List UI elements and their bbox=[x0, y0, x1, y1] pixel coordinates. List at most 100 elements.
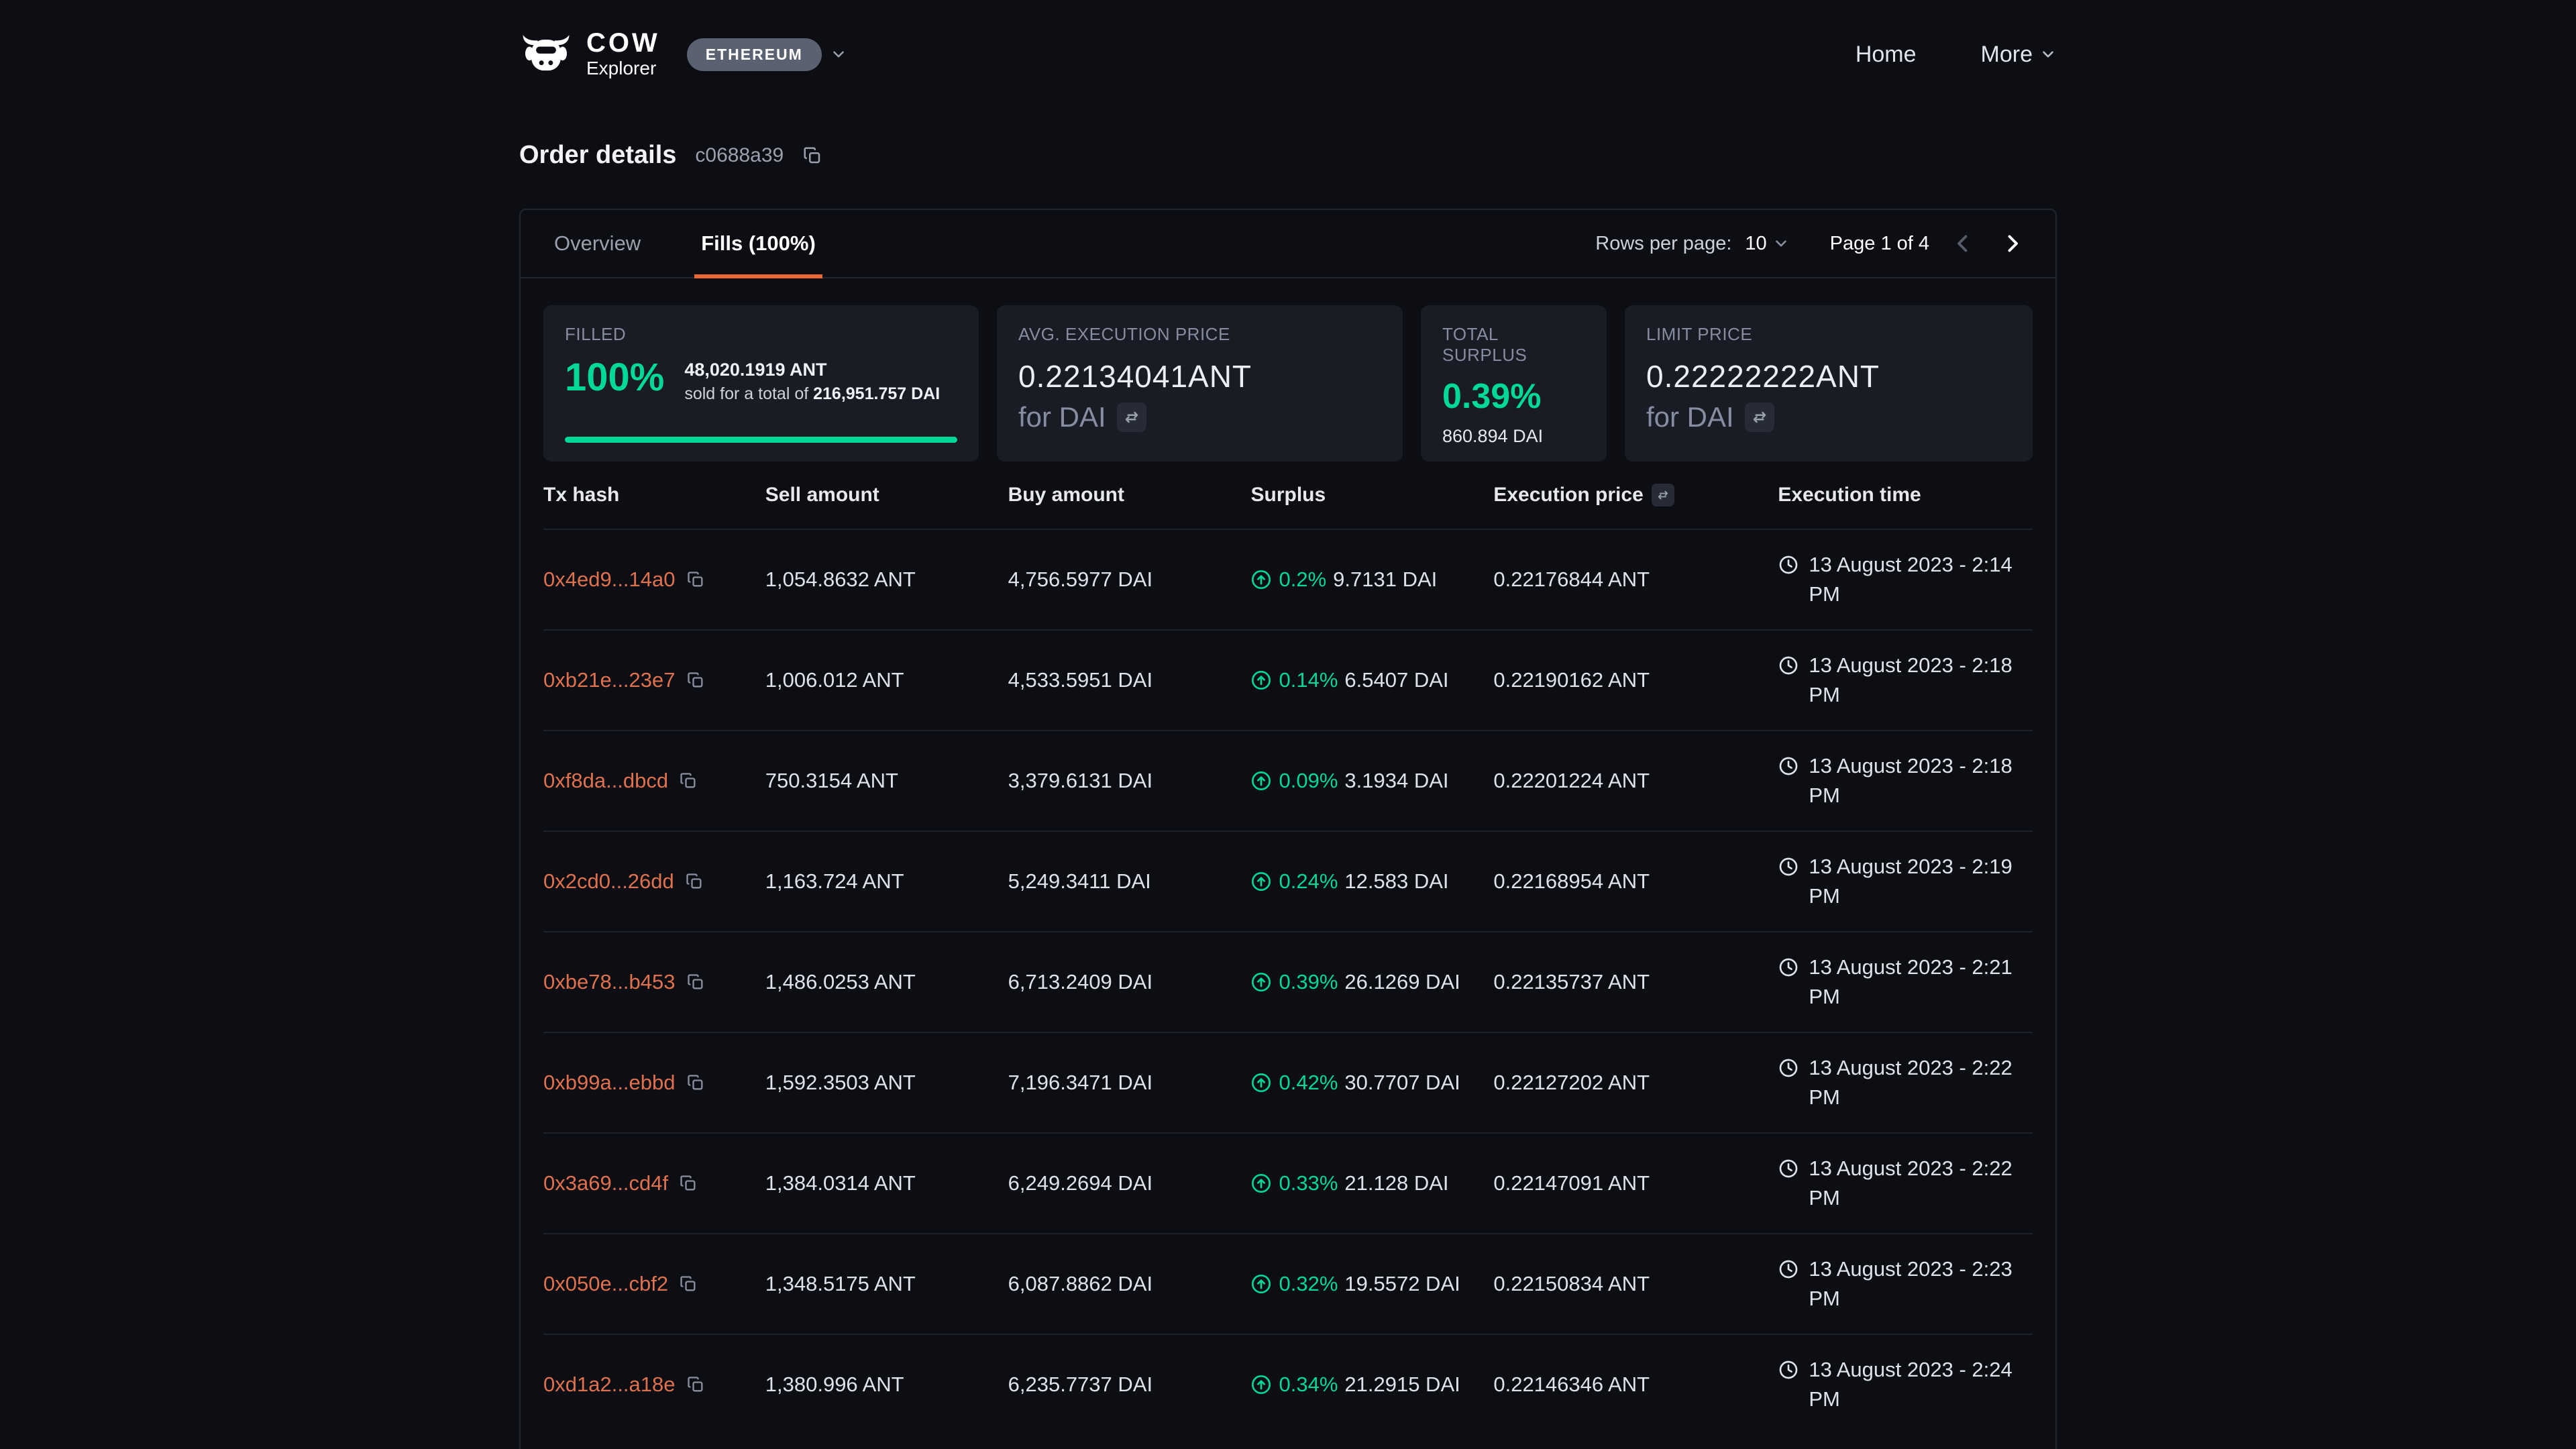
copy-tx-hash-icon[interactable] bbox=[679, 1275, 698, 1293]
col-header-buy-label: Buy amount bbox=[1008, 484, 1124, 506]
rows-per-page-select[interactable]: 10 bbox=[1745, 233, 1789, 255]
surplus-amount: 6.5407 DAI bbox=[1344, 668, 1448, 692]
surplus-percent: 0.09% bbox=[1279, 769, 1338, 793]
tx-hash-link[interactable]: 0xbe78...b453 bbox=[543, 970, 676, 994]
sell-amount: 750.3154 ANT bbox=[765, 769, 898, 792]
execution-time-cell: 13 August 2023 - 2:14 PM bbox=[1778, 550, 2033, 609]
total-surplus-card: TOTAL SURPLUS 0.39% 860.894 DAI bbox=[1421, 305, 1607, 462]
table-row: 0xb99a...ebbd 1,592.3503 ANT 7,196.3471 … bbox=[543, 1032, 2033, 1132]
tx-hash-link[interactable]: 0xd1a2...a18e bbox=[543, 1373, 676, 1397]
execution-price-cell: 0.22147091 ANT bbox=[1493, 1171, 1778, 1195]
filled-sold-prefix: sold for a total of bbox=[684, 384, 813, 403]
table-row: 0xb21e...23e7 1,006.012 ANT 4,533.5951 D… bbox=[543, 629, 2033, 730]
surplus-arrow-up-icon bbox=[1250, 1273, 1272, 1295]
tab-fills-label: Fills (100%) bbox=[701, 231, 816, 256]
network-chevron-down-icon[interactable] bbox=[830, 46, 847, 63]
copy-tx-hash-icon[interactable] bbox=[686, 671, 705, 690]
execution-time: 13 August 2023 - 2:24 PM bbox=[1809, 1355, 2030, 1414]
buy-amount: 6,713.2409 DAI bbox=[1008, 970, 1152, 994]
copy-tx-hash-icon[interactable] bbox=[686, 973, 705, 991]
tx-hash-link[interactable]: 0x3a69...cd4f bbox=[543, 1171, 668, 1195]
execution-price-cell: 0.22190162 ANT bbox=[1493, 668, 1778, 692]
execution-price-cell: 0.22146346 ANT bbox=[1493, 1373, 1778, 1397]
execution-price: 0.22127202 ANT bbox=[1493, 1071, 1650, 1094]
network-badge[interactable]: ETHEREUM bbox=[687, 38, 822, 71]
surplus-arrow-up-icon bbox=[1250, 1072, 1272, 1093]
execution-price-cell: 0.22127202 ANT bbox=[1493, 1071, 1778, 1095]
sell-amount-cell: 1,592.3503 ANT bbox=[765, 1071, 1008, 1095]
tx-hash-link[interactable]: 0xb21e...23e7 bbox=[543, 668, 676, 692]
nav-item-home[interactable]: Home bbox=[1856, 42, 1917, 68]
tx-hash-link[interactable]: 0xb99a...ebbd bbox=[543, 1071, 676, 1095]
clock-icon bbox=[1778, 1057, 1799, 1079]
limit-price-swap-icon[interactable] bbox=[1745, 402, 1774, 432]
tx-hash-link[interactable]: 0x4ed9...14a0 bbox=[543, 568, 676, 592]
copy-tx-hash-icon[interactable] bbox=[685, 872, 704, 891]
execution-time: 13 August 2023 - 2:22 PM bbox=[1809, 1154, 2030, 1213]
surplus-cell: 0.32% 19.5572 DAI bbox=[1250, 1272, 1493, 1296]
tx-hash-cell: 0xb21e...23e7 bbox=[543, 668, 765, 692]
execution-price: 0.22146346 ANT bbox=[1493, 1373, 1650, 1396]
surplus-arrow-up-icon bbox=[1250, 770, 1272, 792]
avg-price-per-label: for DAI bbox=[1018, 401, 1106, 433]
table-row: 0xbe78...b453 1,486.0253 ANT 6,713.2409 … bbox=[543, 931, 2033, 1032]
copy-tx-hash-icon[interactable] bbox=[679, 771, 698, 790]
title-row: Order details c0688a39 bbox=[519, 141, 2057, 170]
execution-time-cell: 13 August 2023 - 2:23 PM bbox=[1778, 1254, 2033, 1313]
execution-time: 13 August 2023 - 2:22 PM bbox=[1809, 1053, 2030, 1112]
tx-hash-cell: 0xd1a2...a18e bbox=[543, 1373, 765, 1397]
limit-price-card: LIMIT PRICE 0.22222222ANT for DAI bbox=[1625, 305, 2033, 462]
order-id: c0688a39 bbox=[695, 144, 784, 167]
execution-price-swap-icon[interactable] bbox=[1652, 484, 1674, 506]
sell-amount: 1,486.0253 ANT bbox=[765, 970, 916, 994]
execution-time: 13 August 2023 - 2:21 PM bbox=[1809, 953, 2030, 1012]
execution-price: 0.22147091 ANT bbox=[1493, 1171, 1650, 1195]
surplus-percent: 0.39% bbox=[1279, 970, 1338, 994]
sell-amount-cell: 1,163.724 ANT bbox=[765, 869, 1008, 894]
tx-hash-cell: 0x4ed9...14a0 bbox=[543, 568, 765, 592]
surplus-percent: 0.32% bbox=[1279, 1272, 1338, 1296]
tx-hash-cell: 0x2cd0...26dd bbox=[543, 869, 765, 894]
avg-price-per: for DAI bbox=[1018, 401, 1381, 433]
brand-logo[interactable]: COW Explorer bbox=[519, 30, 660, 79]
execution-time: 13 August 2023 - 2:14 PM bbox=[1809, 550, 2030, 609]
avg-price-swap-icon[interactable] bbox=[1117, 402, 1146, 432]
filled-sold-total: 216,951.757 DAI bbox=[813, 384, 940, 403]
execution-time-cell: 13 August 2023 - 2:22 PM bbox=[1778, 1053, 2033, 1112]
execution-time-cell: 13 August 2023 - 2:18 PM bbox=[1778, 751, 2033, 810]
tx-hash-link[interactable]: 0x050e...cbf2 bbox=[543, 1272, 668, 1296]
execution-price: 0.22150834 ANT bbox=[1493, 1272, 1650, 1295]
table-row: 0xf8da...dbcd 750.3154 ANT 3,379.6131 DA… bbox=[543, 730, 2033, 830]
clock-icon bbox=[1778, 1258, 1799, 1280]
tab-fills[interactable]: Fills (100%) bbox=[694, 210, 822, 277]
copy-order-id-icon[interactable] bbox=[802, 146, 822, 166]
tx-hash-link[interactable]: 0xf8da...dbcd bbox=[543, 769, 668, 793]
copy-tx-hash-icon[interactable] bbox=[686, 1375, 705, 1394]
execution-price: 0.22176844 ANT bbox=[1493, 568, 1650, 591]
surplus-cell: 0.09% 3.1934 DAI bbox=[1250, 769, 1493, 793]
sell-amount-cell: 1,054.8632 ANT bbox=[765, 568, 1008, 592]
nav-item-more[interactable]: More bbox=[1981, 42, 2057, 68]
prev-page-button[interactable] bbox=[1947, 227, 1979, 260]
tx-hash-link[interactable]: 0x2cd0...26dd bbox=[543, 869, 674, 894]
col-header-price-label: Execution price bbox=[1493, 484, 1643, 506]
copy-tx-hash-icon[interactable] bbox=[679, 1174, 698, 1193]
tx-hash-cell: 0xbe78...b453 bbox=[543, 970, 765, 994]
sell-amount-cell: 1,486.0253 ANT bbox=[765, 970, 1008, 994]
copy-tx-hash-icon[interactable] bbox=[686, 1073, 705, 1092]
next-page-button[interactable] bbox=[1996, 227, 2029, 260]
avg-price-label: AVG. EXECUTION PRICE bbox=[1018, 324, 1381, 345]
tabs-bar: Overview Fills (100%) Rows per page: 10 … bbox=[521, 210, 2055, 278]
filled-sold-text: sold for a total of 216,951.757 DAI bbox=[684, 384, 940, 404]
tab-overview[interactable]: Overview bbox=[547, 210, 647, 277]
col-header-time-label: Execution time bbox=[1778, 484, 1921, 506]
rows-per-page-label: Rows per page: bbox=[1595, 233, 1731, 255]
surplus-arrow-up-icon bbox=[1250, 1374, 1272, 1395]
brand-name: COW bbox=[586, 30, 660, 56]
copy-tx-hash-icon[interactable] bbox=[686, 570, 705, 589]
buy-amount: 6,235.7737 DAI bbox=[1008, 1373, 1152, 1396]
col-header-sell-label: Sell amount bbox=[765, 484, 879, 506]
surplus-percent: 0.14% bbox=[1279, 668, 1338, 692]
buy-amount-cell: 4,756.5977 DAI bbox=[1008, 568, 1251, 592]
clock-icon bbox=[1778, 1158, 1799, 1179]
